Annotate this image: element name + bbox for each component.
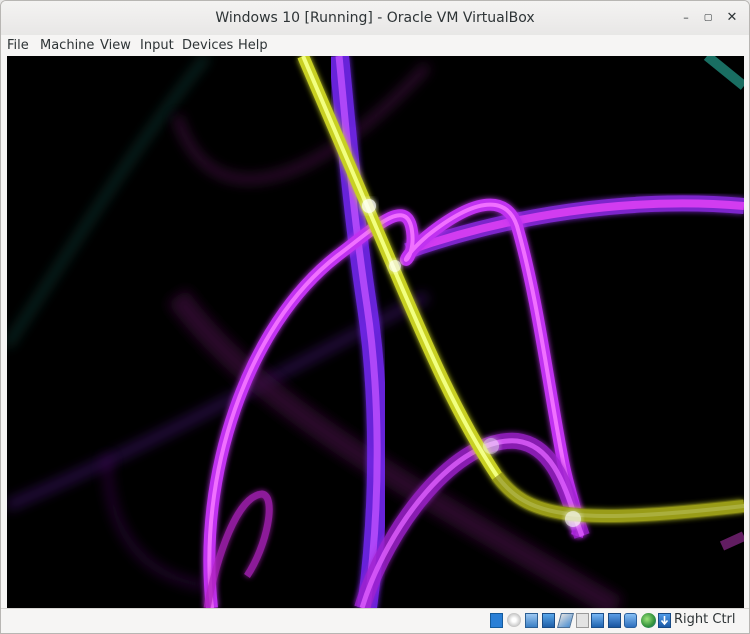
display-icon[interactable] bbox=[591, 613, 604, 628]
close-button[interactable]: ✕ bbox=[723, 9, 741, 27]
menu-devices[interactable]: Devices bbox=[182, 38, 233, 53]
audio-icon[interactable] bbox=[525, 613, 538, 628]
menu-machine[interactable]: Machine bbox=[40, 38, 94, 53]
minimize-button[interactable]: – bbox=[677, 9, 695, 27]
virtualbox-window: Windows 10 [Running] - Oracle VM Virtual… bbox=[0, 0, 750, 634]
screensaver-ribbons bbox=[7, 56, 744, 608]
status-bar: Right Ctrl bbox=[1, 608, 749, 633]
menu-view[interactable]: View bbox=[100, 38, 131, 53]
menu-bar: File Machine View Input Devices Help bbox=[1, 35, 749, 56]
cpu-icon[interactable] bbox=[624, 613, 637, 628]
mouse-integration-icon[interactable] bbox=[641, 613, 656, 628]
optical-drive-icon[interactable] bbox=[507, 613, 521, 627]
network-icon[interactable] bbox=[542, 613, 555, 628]
menu-help[interactable]: Help bbox=[238, 38, 268, 53]
shared-folders-icon[interactable] bbox=[576, 613, 589, 628]
hard-disk-icon[interactable] bbox=[490, 613, 503, 628]
window-title: Windows 10 [Running] - Oracle VM Virtual… bbox=[215, 10, 535, 26]
host-key-label: Right Ctrl bbox=[674, 612, 736, 627]
menu-file[interactable]: File bbox=[7, 38, 29, 53]
guest-display[interactable] bbox=[7, 56, 744, 608]
menu-input[interactable]: Input bbox=[140, 38, 174, 53]
maximize-button[interactable]: ▢ bbox=[699, 9, 717, 27]
video-capture-icon[interactable] bbox=[608, 613, 621, 628]
keyboard-capture-icon[interactable] bbox=[658, 613, 671, 628]
usb-icon[interactable] bbox=[556, 613, 575, 628]
title-bar[interactable]: Windows 10 [Running] - Oracle VM Virtual… bbox=[1, 1, 749, 36]
